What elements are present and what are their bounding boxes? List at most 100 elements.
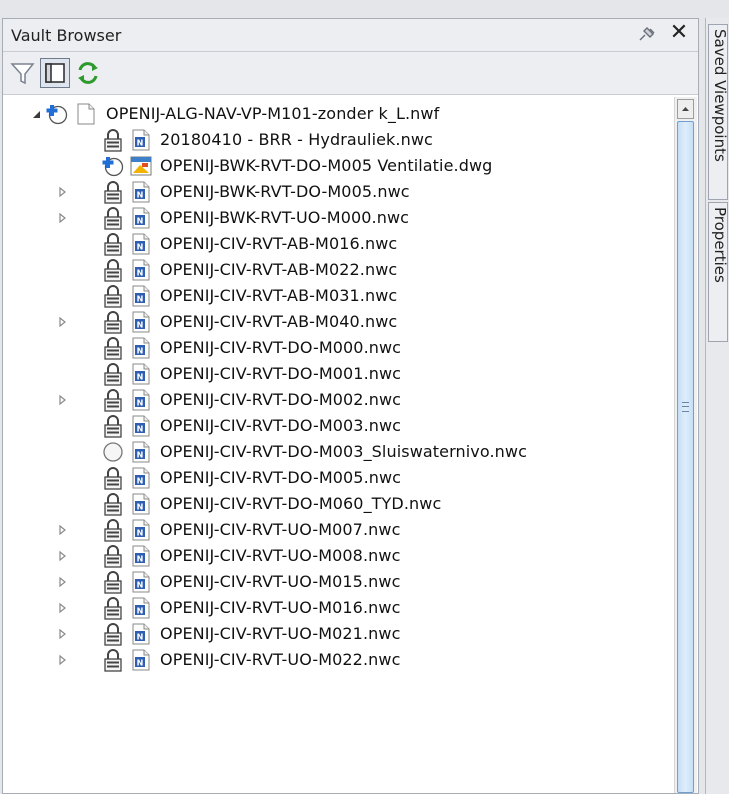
svg-text:N: N — [137, 399, 144, 408]
tree-row[interactable]: OPENIJ-BWK-RVT-DO-M005 Ventilatie.dwg — [3, 153, 663, 179]
dwg-file-icon — [130, 155, 152, 177]
nwc-file-icon: N — [130, 363, 152, 385]
tree-item-label: OPENIJ-CIV-RVT-DO-M002.nwc — [160, 390, 402, 409]
expand-arrow-icon[interactable] — [57, 309, 69, 335]
close-icon[interactable]: ✕ — [668, 21, 690, 45]
lock-icon — [101, 622, 125, 646]
pin-icon[interactable] — [635, 25, 659, 45]
expand-arrow-icon[interactable] — [57, 517, 69, 543]
tree-row[interactable]: N OPENIJ-CIV-RVT-DO-M003_Sluiswaternivo.n… — [3, 439, 663, 465]
tree-row[interactable]: N OPENIJ-CIV-RVT-DO-M001.nwc — [3, 361, 663, 387]
vertical-scrollbar[interactable] — [674, 97, 697, 793]
lock-icon — [101, 466, 125, 490]
checkout-status-icon — [101, 154, 125, 178]
nwc-file-icon: N — [130, 545, 152, 567]
vault-tree-view[interactable]: OPENIJ-ALG-NAV-VP-M101-zonder k_L.nwf N 2… — [3, 95, 698, 793]
tab-properties-label: Properties — [711, 207, 728, 283]
tree-row[interactable]: N OPENIJ-CIV-RVT-UO-M007.nwc — [3, 517, 663, 543]
svg-text:N: N — [137, 295, 144, 304]
tab-properties[interactable]: Properties — [708, 202, 728, 342]
collapse-arrow-icon[interactable] — [31, 101, 43, 127]
tree-item-label: OPENIJ-CIV-RVT-AB-M040.nwc — [160, 312, 398, 331]
checkout-status-icon — [45, 102, 69, 126]
tree-row[interactable]: N OPENIJ-CIV-RVT-AB-M022.nwc — [3, 257, 663, 283]
svg-text:N: N — [137, 633, 144, 642]
tree-root-row[interactable]: OPENIJ-ALG-NAV-VP-M101-zonder k_L.nwf — [3, 101, 663, 127]
svg-text:N: N — [137, 191, 144, 200]
lock-icon — [101, 180, 125, 204]
tree-item-label: OPENIJ-CIV-RVT-DO-M003_Sluiswaternivo.nw… — [160, 442, 527, 461]
nwc-file-icon: N — [130, 519, 152, 541]
tree-row[interactable]: N OPENIJ-CIV-RVT-DO-M005.nwc — [3, 465, 663, 491]
svg-text:N: N — [137, 373, 144, 382]
nwc-file-icon: N — [130, 129, 152, 151]
expand-arrow-icon[interactable] — [57, 569, 69, 595]
nwc-file-icon: N — [130, 597, 152, 619]
svg-text:N: N — [137, 321, 144, 330]
lock-icon — [101, 388, 125, 412]
file-tree: OPENIJ-ALG-NAV-VP-M101-zonder k_L.nwf N 2… — [3, 101, 663, 673]
tree-row[interactable]: N OPENIJ-BWK-RVT-DO-M005.nwc — [3, 179, 663, 205]
lock-icon — [101, 648, 125, 672]
svg-text:N: N — [137, 555, 144, 564]
lock-icon — [101, 362, 125, 386]
expand-arrow-icon[interactable] — [57, 543, 69, 569]
expand-arrow-icon[interactable] — [57, 205, 69, 231]
tree-row[interactable]: N OPENIJ-CIV-RVT-DO-M000.nwc — [3, 335, 663, 361]
nwc-file-icon: N — [130, 649, 152, 671]
tree-row[interactable]: N 20180410 - BRR - Hydrauliek.nwc — [3, 127, 663, 153]
nwc-file-icon: N — [130, 571, 152, 593]
nwc-file-icon: N — [130, 415, 152, 437]
nwc-file-icon: N — [130, 467, 152, 489]
lock-icon — [101, 232, 125, 256]
tree-row[interactable]: N OPENIJ-CIV-RVT-AB-M040.nwc — [3, 309, 663, 335]
tab-saved-viewpoints[interactable]: Saved Viewpoints — [708, 24, 728, 200]
tree-item-label: OPENIJ-CIV-RVT-DO-M003.nwc — [160, 416, 402, 435]
vault-browser-panel: Vault Browser ✕ OPENIJ-ALG-NAV-VP-M101-z… — [2, 18, 699, 794]
nwc-file-icon: N — [130, 233, 152, 255]
tree-row[interactable]: N OPENIJ-CIV-RVT-DO-M003.nwc — [3, 413, 663, 439]
side-tab-strip: Saved Viewpoints Properties — [705, 18, 729, 794]
tree-row[interactable]: N OPENIJ-CIV-RVT-UO-M016.nwc — [3, 595, 663, 621]
panel-layout-icon — [45, 63, 65, 83]
tree-item-label: OPENIJ-CIV-RVT-UO-M015.nwc — [160, 572, 401, 591]
expand-arrow-icon[interactable] — [57, 647, 69, 673]
tree-item-label: OPENIJ-BWK-RVT-DO-M005.nwc — [160, 182, 410, 201]
tree-item-label: OPENIJ-CIV-RVT-UO-M016.nwc — [160, 598, 401, 617]
tree-row[interactable]: N OPENIJ-CIV-RVT-DO-M060_TYD.nwc — [3, 491, 663, 517]
lock-icon — [101, 518, 125, 542]
tree-row[interactable]: N OPENIJ-CIV-RVT-DO-M002.nwc — [3, 387, 663, 413]
nwc-file-icon: N — [130, 493, 152, 515]
tree-row[interactable]: N OPENIJ-CIV-RVT-UO-M022.nwc — [3, 647, 663, 673]
tree-row[interactable]: N OPENIJ-BWK-RVT-UO-M000.nwc — [3, 205, 663, 231]
tree-row[interactable]: N OPENIJ-CIV-RVT-UO-M021.nwc — [3, 621, 663, 647]
expand-arrow-icon[interactable] — [57, 595, 69, 621]
tree-row[interactable]: N OPENIJ-CIV-RVT-AB-M031.nwc — [3, 283, 663, 309]
scroll-thumb[interactable] — [677, 121, 694, 793]
nwf-file-icon — [75, 103, 97, 125]
panel-layout-button[interactable] — [40, 58, 70, 88]
svg-text:N: N — [137, 607, 144, 616]
nwc-file-icon: N — [130, 311, 152, 333]
filter-button[interactable] — [9, 58, 39, 88]
scroll-up-button[interactable] — [677, 99, 694, 119]
expand-arrow-icon[interactable] — [57, 621, 69, 647]
tree-item-label: 20180410 - BRR - Hydrauliek.nwc — [160, 130, 433, 149]
tree-item-label: OPENIJ-CIV-RVT-UO-M008.nwc — [160, 546, 401, 565]
expand-arrow-icon[interactable] — [57, 387, 69, 413]
tree-item-label: OPENIJ-CIV-RVT-AB-M016.nwc — [160, 234, 398, 253]
tree-item-label: OPENIJ-BWK-RVT-DO-M005 Ventilatie.dwg — [160, 156, 493, 175]
expand-arrow-icon[interactable] — [57, 179, 69, 205]
tree-item-label: OPENIJ-BWK-RVT-UO-M000.nwc — [160, 208, 410, 227]
svg-text:N: N — [137, 451, 144, 460]
tree-root-label: OPENIJ-ALG-NAV-VP-M101-zonder k_L.nwf — [106, 104, 440, 123]
svg-text:N: N — [137, 269, 144, 278]
tab-saved-viewpoints-label: Saved Viewpoints — [711, 29, 728, 162]
refresh-button[interactable] — [73, 58, 103, 88]
panel-title: Vault Browser — [11, 26, 122, 45]
tree-row[interactable]: N OPENIJ-CIV-RVT-UO-M008.nwc — [3, 543, 663, 569]
lock-icon — [101, 206, 125, 230]
tree-row[interactable]: N OPENIJ-CIV-RVT-UO-M015.nwc — [3, 569, 663, 595]
not-in-vault-icon — [101, 440, 125, 464]
tree-row[interactable]: N OPENIJ-CIV-RVT-AB-M016.nwc — [3, 231, 663, 257]
